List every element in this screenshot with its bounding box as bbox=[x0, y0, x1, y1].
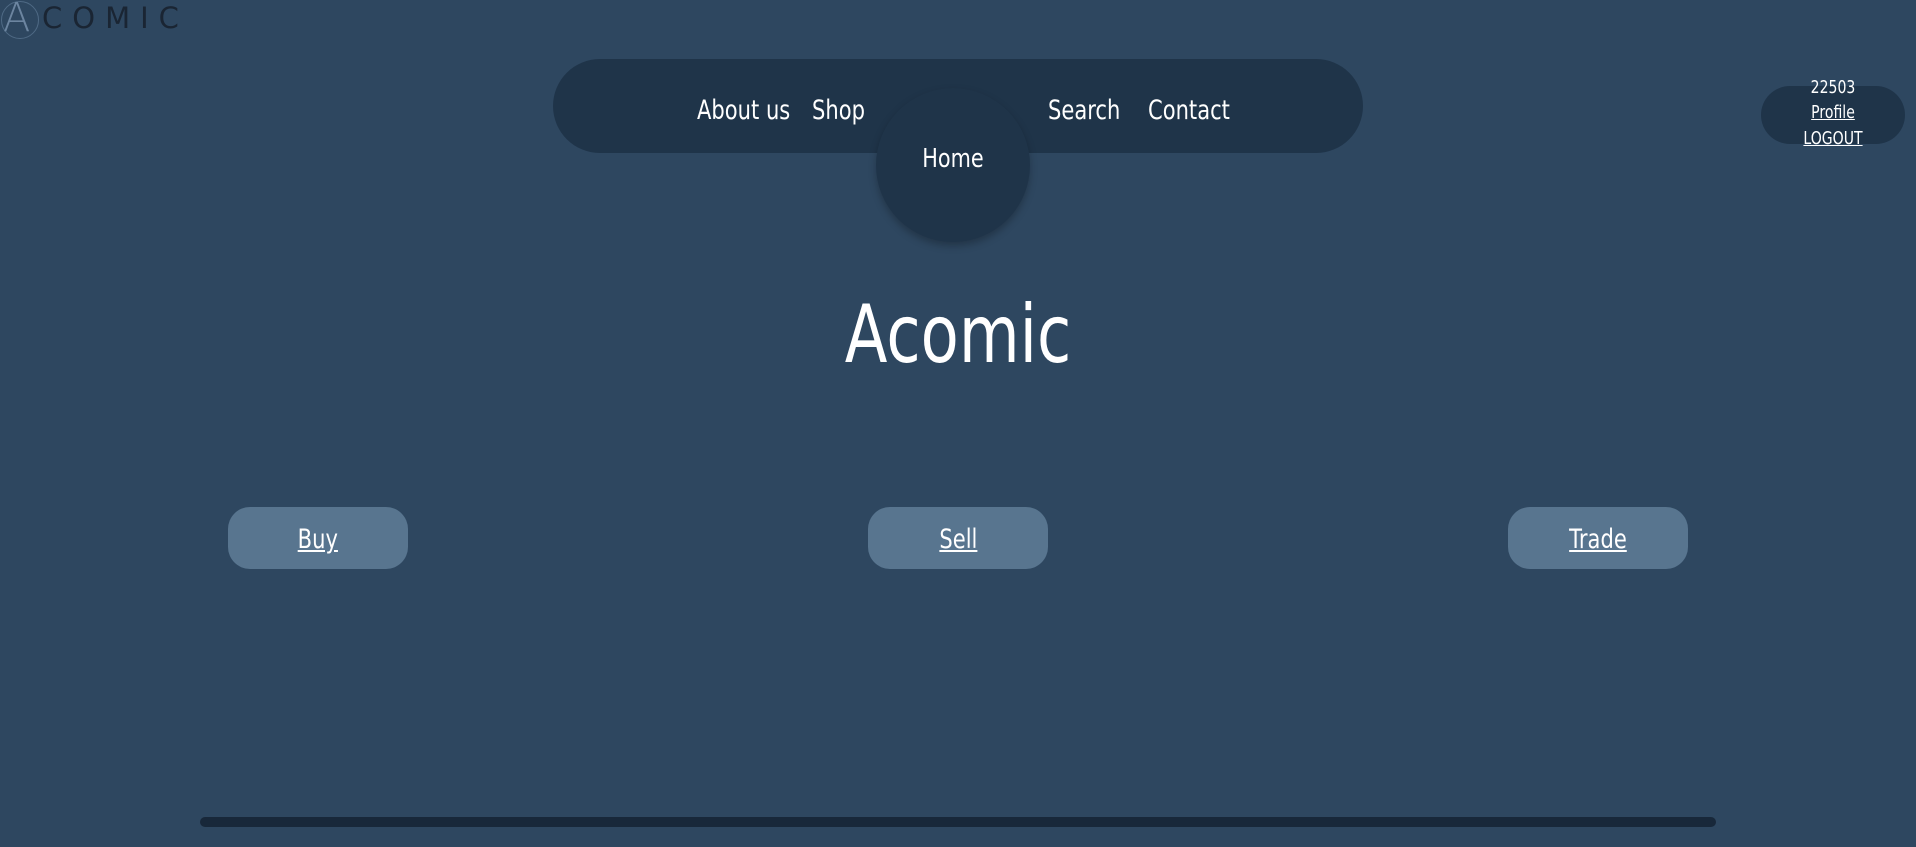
logo-wordmark: COMIC bbox=[42, 1, 189, 35]
logo-letter: A bbox=[3, 0, 31, 41]
nav-home-button[interactable]: Home bbox=[876, 88, 1030, 242]
profile-link[interactable]: Profile bbox=[1777, 103, 1889, 123]
buy-button-label: Buy bbox=[297, 524, 339, 555]
trade-button-label: Trade bbox=[1569, 524, 1627, 555]
buy-button[interactable]: Buy bbox=[228, 507, 408, 569]
footer-divider bbox=[200, 817, 1716, 827]
logout-link[interactable]: LOGOUT bbox=[1777, 129, 1889, 149]
nav-home-label: Home bbox=[922, 144, 984, 174]
nav-shop[interactable]: Shop bbox=[812, 59, 865, 153]
sell-button-label: Sell bbox=[938, 524, 978, 555]
user-id: 22503 bbox=[1810, 77, 1856, 98]
sell-button[interactable]: Sell bbox=[868, 507, 1048, 569]
trade-button[interactable]: Trade bbox=[1508, 507, 1688, 569]
user-panel: 22503 Profile LOGOUT bbox=[1761, 78, 1905, 149]
nav-about-us[interactable]: About us bbox=[697, 59, 790, 153]
page-title: Acomic bbox=[844, 288, 1072, 381]
site-logo[interactable]: A COMIC bbox=[0, 0, 200, 44]
nav-contact[interactable]: Contact bbox=[1148, 59, 1230, 153]
nav-search[interactable]: Search bbox=[1048, 59, 1120, 153]
page: A COMIC About us Shop Search Contact Hom… bbox=[0, 0, 1916, 847]
